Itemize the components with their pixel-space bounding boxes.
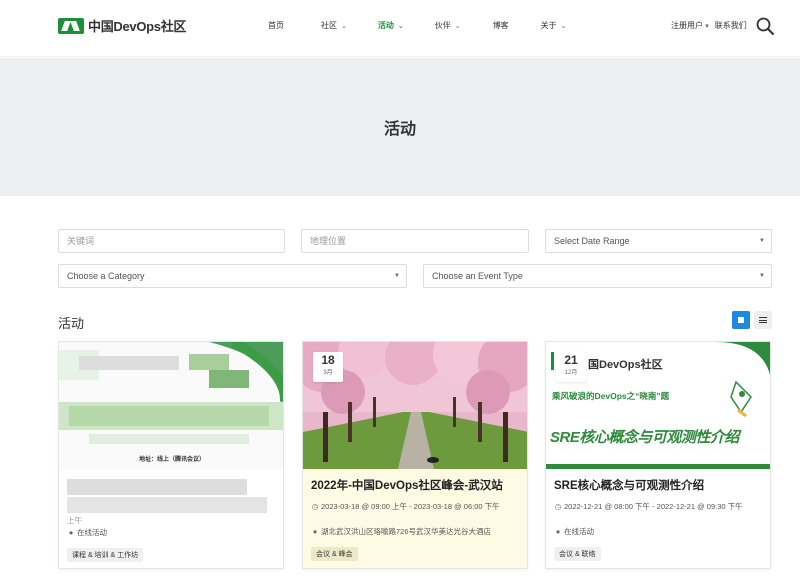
event-type-select[interactable]: Choose an Event Type ▼ bbox=[423, 264, 772, 288]
select-arrow-icon: ▼ bbox=[394, 273, 400, 279]
page-hero: 活动 bbox=[0, 58, 800, 196]
contact-link[interactable]: 联系我们 bbox=[715, 20, 747, 31]
nav-item-home[interactable]: 首页 bbox=[268, 20, 284, 31]
pixelated-banner-icon bbox=[59, 342, 283, 469]
nav-item-blog[interactable]: 博客 bbox=[493, 20, 509, 31]
event-image[interactable]: 国DevOps社区 乘风破浪的DevOps之“晓南”题 SRE核心概念与可观测性… bbox=[546, 342, 770, 469]
nav-item-events[interactable]: 活动 ⌄ bbox=[378, 20, 404, 31]
chevron-down-icon: ⌄ bbox=[454, 22, 461, 30]
grid-view-button[interactable] bbox=[732, 311, 750, 329]
event-time: ◷ 2022-12-21 @ 08:00 下午 - 2022-12-21 @ 09… bbox=[554, 502, 743, 511]
event-time: ◷ 2023-03-18 @ 09:00 上午 - 2023-03-18 @ 06… bbox=[311, 502, 500, 511]
map-pin-icon: ● bbox=[312, 527, 318, 536]
keyword-field[interactable] bbox=[58, 229, 285, 253]
banner-subtitle: 乘风破浪的DevOps之“晓南”题 bbox=[552, 391, 670, 401]
main-nav: 首页 社区 ⌄ 活动 ⌄ 伙伴 ⌄ 博客 关于 ⌄ bbox=[268, 20, 567, 31]
nav-item-about[interactable]: 关于 ⌄ bbox=[541, 20, 567, 31]
event-image[interactable]: 地址：线上（腾讯会议） bbox=[59, 342, 283, 469]
event-tags[interactable]: 会议 & 联络 bbox=[554, 547, 601, 561]
section-title: 活动 bbox=[58, 316, 85, 331]
event-location: ● 在线活动 bbox=[68, 528, 107, 537]
date-range-select[interactable]: Select Date Range ▼ bbox=[545, 229, 772, 253]
event-image[interactable]: 18 3月 bbox=[303, 342, 527, 469]
blurred-title bbox=[67, 479, 247, 495]
grid-view-icon bbox=[738, 317, 744, 323]
chevron-down-icon: ▾ bbox=[705, 23, 709, 30]
category-value: Choose a Category bbox=[67, 271, 145, 281]
keyword-input[interactable] bbox=[67, 236, 284, 246]
header-links: 注册用户 ▾ 联系我们 bbox=[671, 20, 747, 31]
list-view-icon bbox=[759, 317, 767, 323]
blurred-title bbox=[67, 497, 267, 513]
chevron-down-icon: ⌄ bbox=[341, 22, 347, 30]
date-badge: 21 12月 bbox=[556, 352, 586, 382]
event-tags[interactable]: 课程 & 培训 & 工作坊 bbox=[67, 548, 144, 562]
map-pin-icon: ● bbox=[68, 528, 74, 537]
date-badge: 18 3月 bbox=[313, 352, 343, 382]
category-select[interactable]: Choose a Category ▼ bbox=[58, 264, 407, 288]
event-card[interactable]: 国DevOps社区 乘风破浪的DevOps之“晓南”题 SRE核心概念与可观测性… bbox=[545, 341, 771, 569]
event-card[interactable]: 18 3月 2022年-中国DevOps社区峰会-武汉站 ◷ 2023-03-18… bbox=[302, 341, 528, 569]
clock-icon: ◷ bbox=[554, 502, 562, 511]
site-logo[interactable]: 中国DevOps社区 bbox=[58, 16, 186, 35]
date-range-value: Select Date Range bbox=[554, 236, 630, 246]
event-location: ● 湖北武汉洪山区珞喻路726号武汉华美达光谷大酒店 bbox=[312, 527, 492, 536]
event-title[interactable]: SRE核心概念与可观测性介绍 bbox=[554, 479, 766, 493]
register-link[interactable]: 注册用户 ▾ bbox=[671, 20, 709, 31]
page-title: 活动 bbox=[383, 121, 416, 138]
map-pin-icon: ● bbox=[555, 527, 561, 536]
nav-item-community[interactable]: 社区 ⌄ bbox=[321, 20, 347, 31]
select-arrow-icon: ▼ bbox=[759, 238, 765, 244]
logo-text: 中国DevOps社区 bbox=[88, 19, 187, 34]
site-header: 中国DevOps社区 首页 社区 ⌄ 活动 ⌄ 伙伴 ⌄ 博客 关于 ⌄ 注册用户 ▾ … bbox=[0, 0, 800, 57]
event-card[interactable]: 地址：线上（腾讯会议） 上午 ● 在线活动 课程 & 培训 & 工作坊 bbox=[58, 341, 284, 569]
event-type-value: Choose an Event Type bbox=[432, 271, 523, 281]
location-input[interactable] bbox=[310, 236, 528, 246]
banner-title: SRE核心概念与可观测性介绍 bbox=[550, 429, 739, 446]
search-icon bbox=[756, 17, 774, 35]
event-title[interactable]: 2022年-中国DevOps社区峰会-武汉站 bbox=[311, 479, 523, 493]
list-view-button[interactable] bbox=[754, 311, 772, 329]
chevron-down-icon: ⌄ bbox=[560, 22, 567, 30]
nav-item-partners[interactable]: 伙伴 ⌄ bbox=[435, 20, 461, 31]
event-time-partial: 上午 bbox=[67, 516, 82, 525]
search-button[interactable] bbox=[755, 16, 775, 36]
chevron-down-icon: ⌄ bbox=[397, 22, 404, 30]
clock-icon: ◷ bbox=[311, 502, 319, 511]
banner-logo-text: 国DevOps社区 bbox=[588, 359, 663, 371]
select-arrow-icon: ▼ bbox=[759, 273, 765, 279]
image-caption: 地址：线上（腾讯会议） bbox=[138, 457, 205, 463]
event-tags[interactable]: 会议 & 峰会 bbox=[311, 547, 358, 561]
location-field[interactable] bbox=[301, 229, 529, 253]
event-location: ● 在线活动 bbox=[555, 527, 594, 536]
devops-logo-icon bbox=[58, 17, 84, 34]
